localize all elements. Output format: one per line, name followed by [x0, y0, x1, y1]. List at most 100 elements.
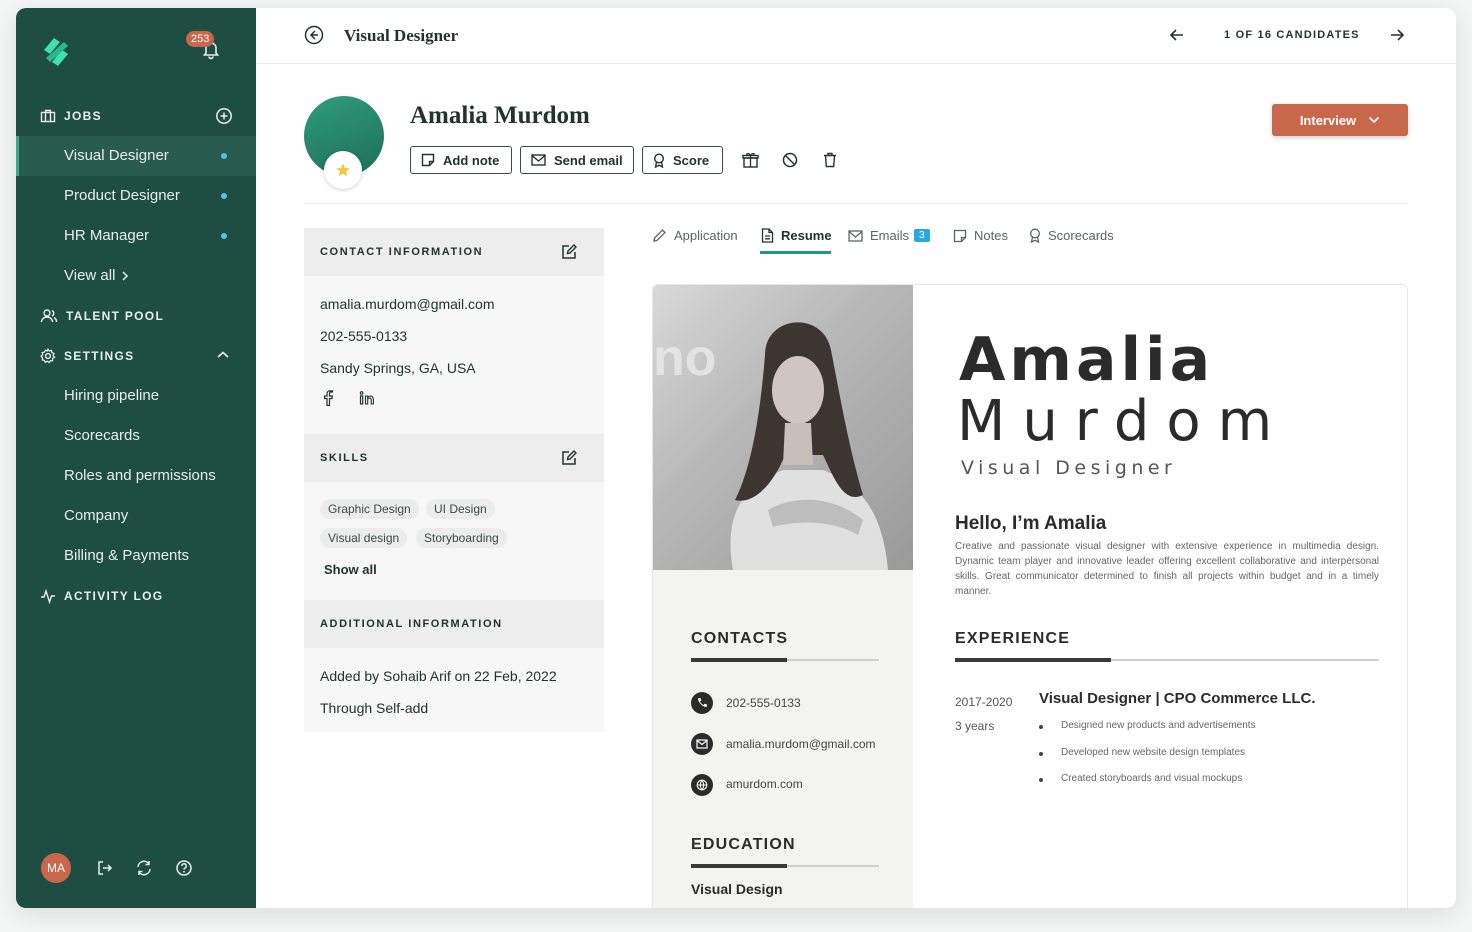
facebook-icon[interactable]: [322, 390, 334, 406]
edit-icon[interactable]: [560, 243, 578, 261]
linkedin-icon[interactable]: [359, 391, 376, 405]
contacts-heading: CONTACTS: [691, 630, 789, 647]
experience-bullet: Designed new products and advertisements: [1039, 720, 1256, 731]
score-button[interactable]: Score: [642, 146, 723, 174]
activity-log-section[interactable]: ACTIVITY LOG: [40, 588, 163, 604]
add-job-icon[interactable]: [215, 107, 233, 125]
candidate-name: Amalia Murdom: [410, 102, 590, 129]
phone-icon: [691, 692, 713, 714]
source-text: Through Self-add: [320, 700, 429, 716]
skill-chip: Storyboarding: [416, 528, 507, 548]
resume-left-column: CONTACTS 202-555-0133 amalia.murdom@gmai…: [653, 570, 913, 908]
gear-icon: [40, 348, 56, 364]
contact-phone[interactable]: 202-555-0133: [320, 328, 407, 344]
tab-emails[interactable]: Emails 3: [848, 228, 930, 243]
sidebar-item-hiring-pipeline[interactable]: Hiring pipeline: [64, 387, 159, 404]
tab-notes[interactable]: Notes: [953, 228, 1008, 243]
resume-first-name: Amalia: [959, 325, 1215, 395]
next-candidate-icon[interactable]: [1388, 26, 1406, 44]
resume-document: no CONTACTS 202-555-0133 amalia.murdom@g…: [652, 284, 1408, 908]
emails-count-badge: 3: [914, 229, 930, 242]
app-logo-icon[interactable]: [38, 32, 74, 72]
gift-icon[interactable]: [742, 152, 759, 168]
tab-resume-label: Resume: [781, 228, 832, 243]
user-avatar[interactable]: MA: [41, 853, 71, 883]
send-email-label: Send email: [554, 152, 623, 168]
ban-icon[interactable]: [782, 152, 798, 168]
app-window: 253 JOBS Visual Designer Product Designe…: [16, 8, 1456, 908]
skill-chip: UI Design: [426, 499, 495, 519]
favorite-star-button[interactable]: [324, 151, 362, 189]
experience-rule: [955, 658, 1379, 662]
tab-application[interactable]: Application: [652, 228, 738, 243]
briefcase-icon: [40, 109, 56, 123]
skills-body: Graphic Design UI Design Visual design S…: [304, 482, 604, 600]
resume-role: Visual Designer: [961, 457, 1177, 479]
sidebar-item-product-designer[interactable]: Product Designer: [64, 187, 180, 204]
talent-pool-section[interactable]: TALENT POOL: [40, 308, 164, 324]
added-by-text: Added by Sohaib Arif on 22 Feb, 2022: [320, 668, 557, 684]
help-icon[interactable]: [175, 859, 193, 877]
skills-header: SKILLS: [304, 434, 604, 482]
sidebar-item-scorecards[interactable]: Scorecards: [64, 427, 140, 444]
users-icon: [40, 309, 58, 323]
notification-count-badge: 253: [186, 31, 215, 47]
tab-scorecards[interactable]: Scorecards: [1029, 228, 1114, 243]
sidebar-item-roles-permissions[interactable]: Roles and permissions: [64, 467, 216, 484]
resume-photo: no: [653, 285, 913, 570]
skill-chip: Graphic Design: [320, 499, 419, 519]
contact-information-header: CONTACT INFORMATION: [304, 228, 604, 276]
resume-website: amurdom.com: [726, 777, 803, 791]
skills-heading: SKILLS: [320, 452, 369, 464]
experience-title: Visual Designer | CPO Commerce LLC.: [1039, 690, 1316, 707]
settings-label: SETTINGS: [64, 349, 135, 363]
settings-section[interactable]: SETTINGS: [40, 348, 134, 364]
score-label: Score: [673, 152, 710, 168]
logout-icon[interactable]: [96, 859, 114, 877]
tab-scorecards-label: Scorecards: [1048, 228, 1114, 243]
note-icon: [421, 153, 435, 167]
tab-application-label: Application: [674, 228, 738, 243]
globe-icon: [691, 774, 713, 796]
talent-pool-label: TALENT POOL: [66, 309, 165, 323]
contact-email[interactable]: amalia.murdom@gmail.com: [320, 296, 494, 312]
interview-stage-button[interactable]: Interview: [1272, 104, 1408, 136]
mail-icon: [531, 154, 546, 166]
job-status-dot: [221, 153, 227, 159]
sidebar-item-company[interactable]: Company: [64, 507, 128, 524]
edit-icon[interactable]: [560, 449, 578, 467]
experience-bullet: Developed new website design templates: [1039, 747, 1245, 758]
award-icon: [1030, 228, 1040, 243]
chevron-up-icon[interactable]: [216, 350, 230, 360]
resume-email: amalia.murdom@gmail.com: [726, 737, 876, 751]
activity-log-label: ACTIVITY LOG: [64, 589, 164, 603]
mail-icon: [848, 229, 863, 242]
note-icon: [953, 229, 967, 242]
additional-information-header: ADDITIONAL INFORMATION: [304, 600, 604, 648]
send-email-button[interactable]: Send email: [520, 146, 634, 174]
additional-information-body: Added by Sohaib Arif on 22 Feb, 2022 Thr…: [304, 648, 604, 732]
mail-icon: [691, 733, 713, 755]
add-note-button[interactable]: Add note: [410, 146, 512, 174]
resume-greeting: Hello, I’m Amalia: [955, 513, 1107, 534]
experience-duration: 3 years: [955, 719, 995, 733]
resume-summary: Creative and passionate visual designer …: [955, 541, 1379, 597]
header-divider: [304, 203, 1408, 204]
sidebar-item-billing[interactable]: Billing & Payments: [64, 547, 189, 564]
previous-candidate-icon[interactable]: [1168, 26, 1186, 44]
back-circle-icon[interactable]: [304, 25, 324, 45]
tab-resume[interactable]: Resume: [761, 228, 832, 243]
sidebar-item-view-all[interactable]: View all: [64, 267, 129, 284]
jobs-section[interactable]: JOBS: [40, 108, 102, 124]
sidebar-item-hr-manager[interactable]: HR Manager: [64, 227, 149, 244]
contact-heading: CONTACT INFORMATION: [320, 246, 484, 258]
trash-icon[interactable]: [823, 152, 837, 168]
show-all-skills-link[interactable]: Show all: [324, 562, 377, 577]
star-icon: [336, 163, 350, 177]
contact-location: Sandy Springs, GA, USA: [320, 360, 476, 376]
sidebar-item-visual-designer[interactable]: Visual Designer: [64, 147, 169, 164]
top-bar: Visual Designer 1 OF 16 CANDIDATES: [256, 8, 1456, 64]
job-status-dot: [221, 233, 227, 239]
additional-heading: ADDITIONAL INFORMATION: [320, 618, 503, 630]
refresh-icon[interactable]: [135, 859, 153, 877]
